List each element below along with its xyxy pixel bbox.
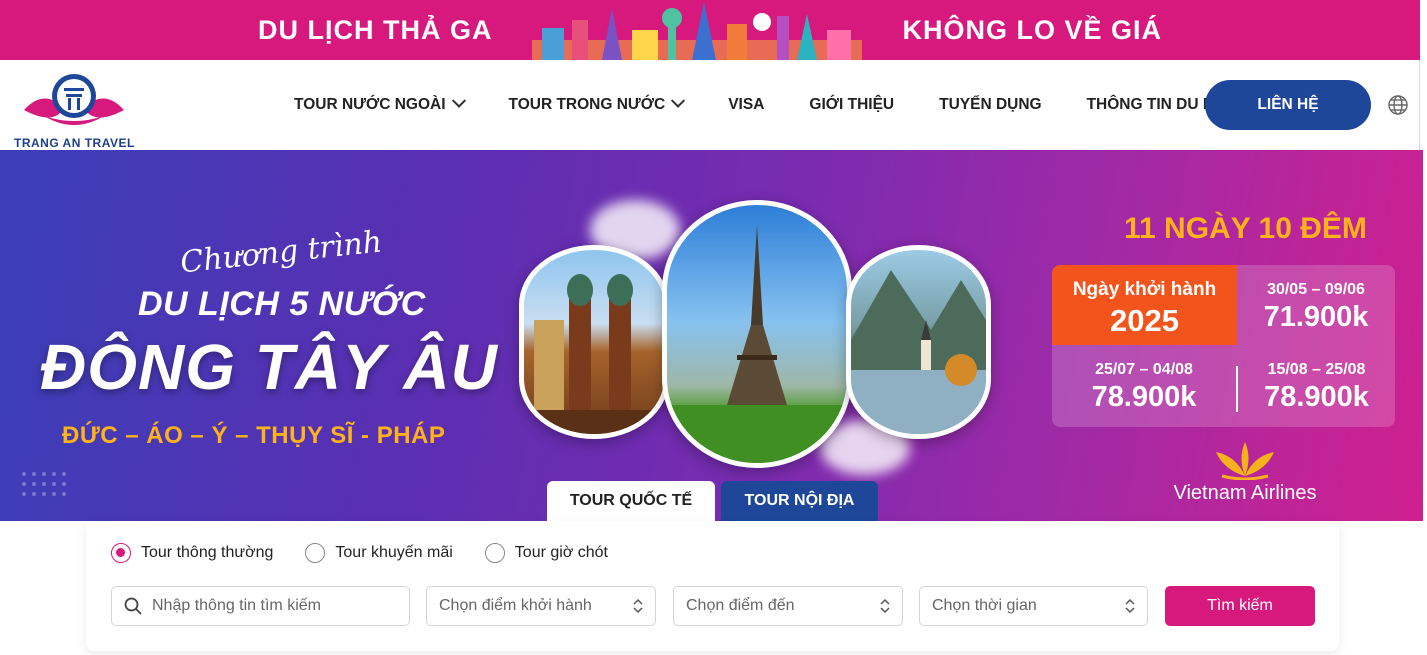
price-cell: 30/05 – 09/06 71.900k (1237, 281, 1395, 334)
radio-tour-thong-thuong[interactable]: Tour thông thường (111, 543, 273, 563)
promo-banner[interactable]: DU LỊCH THẢ GA KHÔNG LO VỀ GIÁ (0, 0, 1420, 60)
hero-banner[interactable]: Chương trình DU LỊCH 5 NƯỚC ĐÔNG TÂY ÂU … (0, 150, 1423, 521)
tour-type-radio-group: Tour thông thường Tour khuyến mãi Tour g… (111, 543, 640, 563)
contact-button[interactable]: LIÊN HỆ (1205, 80, 1371, 130)
price-cell: 15/08 – 25/08 78.900k (1238, 361, 1395, 414)
dot-pattern-decoration (22, 472, 66, 496)
main-nav: TOUR NƯỚC NGOÀI TOUR TRONG NƯỚC VISA GIỚ… (294, 60, 1302, 150)
nav-gioi-thieu[interactable]: GIỚI THIỆU (809, 96, 894, 114)
radio-label: Tour khuyến mãi (335, 544, 453, 561)
radio-button[interactable] (484, 543, 505, 563)
site-header: TRANG AN TRAVEL TOUR NƯỚC NGOÀI TOUR TRO… (0, 60, 1420, 150)
tab-tour-noi-dia[interactable]: TOUR NỘI ĐỊA (721, 481, 878, 521)
search-placeholder: Nhập thông tin tìm kiếm (152, 597, 321, 614)
brand-name: TRANG AN TRAVEL (14, 136, 135, 150)
globe-icon[interactable] (1387, 94, 1409, 116)
promo-right-text: KHÔNG LO VỀ GIÁ (902, 14, 1162, 45)
munich-cathedral-photo (519, 245, 669, 439)
destination-select[interactable]: Chọn điểm đến (673, 586, 903, 626)
departure-label: Ngày khởi hành (1072, 279, 1217, 300)
chevron-down-icon (451, 93, 466, 108)
nav-label: TOUR NƯỚC NGOÀI (294, 96, 446, 113)
hallstatt-lake-photo (846, 245, 991, 439)
banner-countries: ĐỨC – ÁO – Ý – THỤY SĨ - PHÁP (62, 422, 446, 449)
radio-tour-khuyen-mai[interactable]: Tour khuyến mãi (305, 543, 453, 563)
price-value: 78.900k (1091, 381, 1197, 413)
search-button[interactable]: Tìm kiếm (1165, 586, 1315, 626)
tour-duration: 11 NGÀY 10 ĐÊM (1124, 212, 1367, 245)
price-value: 71.900k (1263, 301, 1369, 333)
select-arrows-icon (633, 598, 643, 614)
tab-tour-quoc-te[interactable]: TOUR QUỐC TẾ (547, 481, 715, 521)
promo-left-text: DU LỊCH THẢ GA (257, 14, 493, 45)
price-dates: 25/07 – 04/08 (1095, 361, 1193, 378)
departure-select[interactable]: Chọn điểm khởi hành (426, 586, 656, 626)
chevron-down-icon (671, 93, 686, 108)
world-landmarks-illustration (532, 0, 863, 60)
nav-tour-trong-nuoc[interactable]: TOUR TRONG NƯỚC (508, 93, 686, 114)
vietnam-airlines-logo: Vietnam Airlines (1160, 438, 1330, 508)
trang-an-travel-logo[interactable]: TRANG AN TRAVEL (14, 68, 139, 150)
airline-name: Vietnam Airlines (1173, 482, 1317, 504)
nav-visa[interactable]: VISA (728, 96, 764, 114)
lotus-icon (1216, 442, 1274, 480)
radio-tour-gio-chot[interactable]: Tour giờ chót (484, 543, 608, 563)
nav-label: GIỚI THIỆU (809, 96, 895, 113)
banner-subtitle: DU LỊCH 5 NƯỚC (138, 285, 426, 323)
radio-label: Tour giờ chót (514, 544, 608, 561)
nav-label: TUYỂN DỤNG (939, 96, 1042, 113)
nav-tour-nuoc-ngoai[interactable]: TOUR NƯỚC NGOÀI (294, 93, 466, 114)
tour-search-panel: Tour thông thường Tour khuyến mãi Tour g… (86, 521, 1339, 651)
price-value: 78.900k (1264, 381, 1369, 413)
select-value: Chọn điểm khởi hành (439, 597, 592, 614)
select-value: Chọn điểm đến (686, 597, 795, 614)
radio-label: Tour thông thường (141, 544, 274, 561)
banner-title: ĐÔNG TÂY ÂU (40, 331, 498, 403)
radio-button-selected[interactable] (111, 543, 131, 563)
search-input[interactable]: Nhập thông tin tìm kiếm (111, 586, 410, 626)
eiffel-tower-photo (662, 200, 852, 468)
time-select[interactable]: Chọn thời gian (919, 586, 1148, 626)
nav-tuyen-dung[interactable]: TUYỂN DỤNG (939, 96, 1041, 114)
select-value: Chọn thời gian (932, 597, 1037, 614)
select-arrows-icon (1125, 598, 1135, 614)
price-dates: 15/08 – 25/08 (1267, 361, 1366, 378)
program-script-text: Chương trình (178, 224, 384, 281)
select-arrows-icon (880, 598, 890, 614)
nav-label: VISA (728, 96, 765, 113)
price-cell: 25/07 – 04/08 78.900k (1060, 361, 1228, 414)
search-icon (124, 597, 142, 615)
nav-label: TOUR TRONG NƯỚC (508, 96, 666, 113)
departure-label-box: Ngày khởi hành 2025 (1052, 265, 1237, 345)
radio-button[interactable] (305, 543, 326, 563)
departure-year: 2025 (1110, 303, 1179, 338)
price-dates: 30/05 – 09/06 (1267, 281, 1365, 298)
